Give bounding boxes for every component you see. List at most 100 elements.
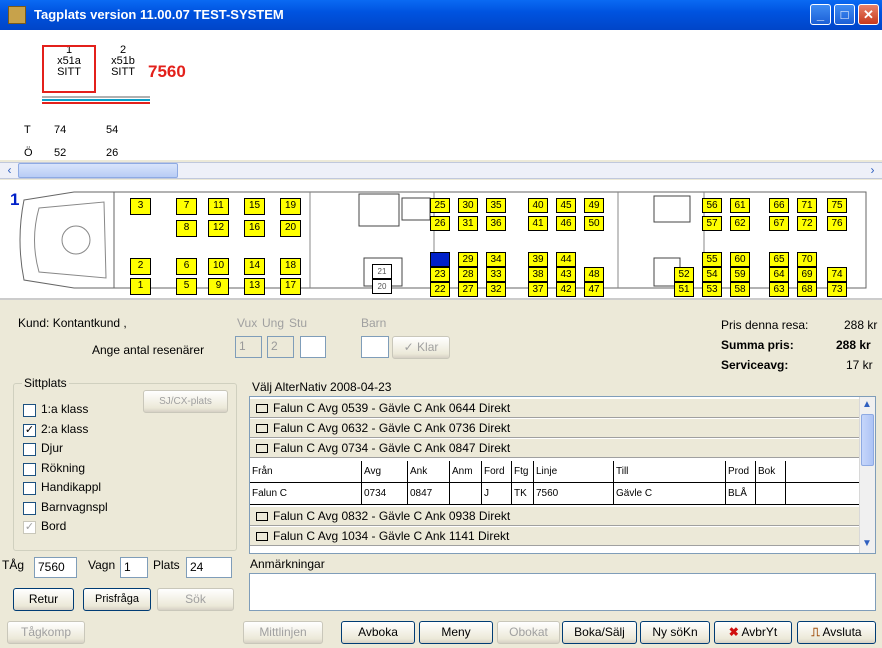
seat-10[interactable]: 10 xyxy=(208,258,229,275)
checkbox-barnvagnspl[interactable] xyxy=(23,501,36,515)
ny-sokn-button[interactable]: Ny söKn xyxy=(640,621,710,644)
vagn-input[interactable]: 1 xyxy=(120,557,148,578)
seat-5[interactable]: 5 xyxy=(176,278,197,295)
seat-61[interactable]: 61 xyxy=(730,198,750,213)
seat-38[interactable]: 38 xyxy=(528,267,548,282)
seat-51[interactable]: 51 xyxy=(674,282,694,297)
seat-48[interactable]: 48 xyxy=(584,267,604,282)
mittlinjen-button[interactable]: Mittlinjen xyxy=(243,621,323,644)
seat-25[interactable]: 25 xyxy=(430,198,450,213)
alternative-row[interactable]: Falun C Avg 0539 - Gävle C Ank 0644 Dire… xyxy=(250,399,860,418)
seat-50[interactable]: 50 xyxy=(584,216,604,231)
seat-21[interactable]: 21 xyxy=(372,264,392,279)
seat-27[interactable]: 27 xyxy=(458,282,478,297)
boka-salj-button[interactable]: Boka/Sälj xyxy=(562,621,637,644)
remarks-input[interactable] xyxy=(249,573,876,611)
seat-57[interactable]: 57 xyxy=(702,216,722,231)
seat-18[interactable]: 18 xyxy=(280,258,301,275)
minimize-button[interactable]: _ xyxy=(810,4,831,25)
tagkomp-button[interactable]: Tågkomp xyxy=(7,621,85,644)
seat-40[interactable]: 40 xyxy=(528,198,548,213)
car-2[interactable]: 2 x51b SITT xyxy=(96,45,150,78)
seat-29[interactable]: 29 xyxy=(458,252,478,267)
scrollbar-thumb[interactable] xyxy=(861,414,874,466)
seat-76[interactable]: 76 xyxy=(827,216,847,231)
seat-2[interactable]: 2 xyxy=(130,258,151,275)
seat-6[interactable]: 6 xyxy=(176,258,197,275)
seat-17[interactable]: 17 xyxy=(280,278,301,295)
seat-45[interactable]: 45 xyxy=(556,198,576,213)
seat-39[interactable]: 39 xyxy=(528,252,548,267)
seat-34[interactable]: 34 xyxy=(486,252,506,267)
seat-23[interactable]: 23 xyxy=(430,267,450,282)
seat-22[interactable]: 22 xyxy=(430,282,450,297)
vux-input[interactable]: 1 xyxy=(235,336,262,358)
seat-71[interactable]: 71 xyxy=(797,198,817,213)
seat-12[interactable]: 12 xyxy=(208,220,229,237)
seat-9[interactable]: 9 xyxy=(208,278,229,295)
seat-58[interactable]: 58 xyxy=(730,282,750,297)
seat-36[interactable]: 36 xyxy=(486,216,506,231)
seat-65[interactable]: 65 xyxy=(769,252,789,267)
seat-28[interactable]: 28 xyxy=(458,267,478,282)
seat-55[interactable]: 55 xyxy=(702,252,722,267)
retur-button[interactable]: Retur xyxy=(13,588,74,611)
seat-47[interactable]: 47 xyxy=(584,282,604,297)
plats-input[interactable]: 24 xyxy=(186,557,232,578)
seat-24[interactable]: 24 xyxy=(430,252,450,267)
seat-14[interactable]: 14 xyxy=(244,258,265,275)
seat-68[interactable]: 68 xyxy=(797,282,817,297)
avbryt-button[interactable]: ✖ AvbrYt xyxy=(714,621,792,644)
seat-75[interactable]: 75 xyxy=(827,198,847,213)
alternative-row[interactable]: Falun C Avg 0832 - Gävle C Ank 0938 Dire… xyxy=(250,507,860,526)
meny-button[interactable]: Meny xyxy=(419,621,493,644)
seat-32[interactable]: 32 xyxy=(486,282,506,297)
seat-53[interactable]: 53 xyxy=(702,282,722,297)
detail-row[interactable]: Falun C 0734 0847 J TK 7560 Gävle C BLÅ xyxy=(250,483,860,505)
avboka-button[interactable]: Avboka xyxy=(341,621,415,644)
seat-3[interactable]: 3 xyxy=(130,198,151,215)
scroll-right-icon[interactable]: › xyxy=(864,163,881,178)
obokat-button[interactable]: Obokat xyxy=(497,621,560,644)
seat-20[interactable]: 20 xyxy=(372,279,392,294)
seat-70[interactable]: 70 xyxy=(797,252,817,267)
scrollbar-thumb[interactable] xyxy=(18,163,178,178)
seat-11[interactable]: 11 xyxy=(208,198,229,215)
sj-cx-plats-button[interactable]: SJ/CX-plats xyxy=(143,390,228,413)
seat-56[interactable]: 56 xyxy=(702,198,722,213)
seat-8[interactable]: 8 xyxy=(176,220,197,237)
barn-input[interactable] xyxy=(361,336,389,358)
alternatives-list[interactable]: Falun C Avg 0539 - Gävle C Ank 0644 Dire… xyxy=(249,396,876,554)
klar-button[interactable]: ✓ Klar xyxy=(392,336,450,359)
seat-49[interactable]: 49 xyxy=(584,198,604,213)
alternative-row[interactable]: Falun C Avg 0632 - Gävle C Ank 0736 Dire… xyxy=(250,419,860,438)
seat-37[interactable]: 37 xyxy=(528,282,548,297)
seat-13[interactable]: 13 xyxy=(244,278,265,295)
alternative-row[interactable]: Falun C Avg 1034 - Gävle C Ank 1141 Dire… xyxy=(250,527,860,546)
avsluta-button[interactable]: ⎍ Avsluta xyxy=(797,621,876,644)
seat-16[interactable]: 16 xyxy=(244,220,265,237)
seat-19[interactable]: 19 xyxy=(280,198,301,215)
checkbox-djur[interactable] xyxy=(23,443,36,456)
seat-72[interactable]: 72 xyxy=(797,216,817,231)
checkbox-bord[interactable]: ✓ xyxy=(23,521,36,534)
seat-64[interactable]: 64 xyxy=(769,267,789,282)
seat-59[interactable]: 59 xyxy=(730,267,750,282)
scroll-up-icon[interactable]: ▲ xyxy=(862,399,872,410)
maximize-button[interactable]: □ xyxy=(834,4,855,25)
scroll-left-icon[interactable]: ‹ xyxy=(1,163,18,178)
seat-54[interactable]: 54 xyxy=(702,267,722,282)
seat-41[interactable]: 41 xyxy=(528,216,548,231)
checkbox-2-a-klass[interactable]: ✓ xyxy=(23,423,36,437)
seat-44[interactable]: 44 xyxy=(556,252,576,267)
scroll-down-icon[interactable]: ▼ xyxy=(862,538,872,549)
seat-35[interactable]: 35 xyxy=(486,198,506,213)
seat-69[interactable]: 69 xyxy=(797,267,817,282)
alternative-row[interactable]: Falun C Avg 0734 - Gävle C Ank 0847 Dire… xyxy=(250,439,860,458)
ung-input[interactable]: 2 xyxy=(267,336,294,358)
seat-26[interactable]: 26 xyxy=(430,216,450,231)
sok-button[interactable]: Sök xyxy=(157,588,234,611)
prisfraga-button[interactable]: Prisfråga xyxy=(83,588,151,611)
checkbox-rökning[interactable] xyxy=(23,462,36,476)
seat-33[interactable]: 33 xyxy=(486,267,506,282)
